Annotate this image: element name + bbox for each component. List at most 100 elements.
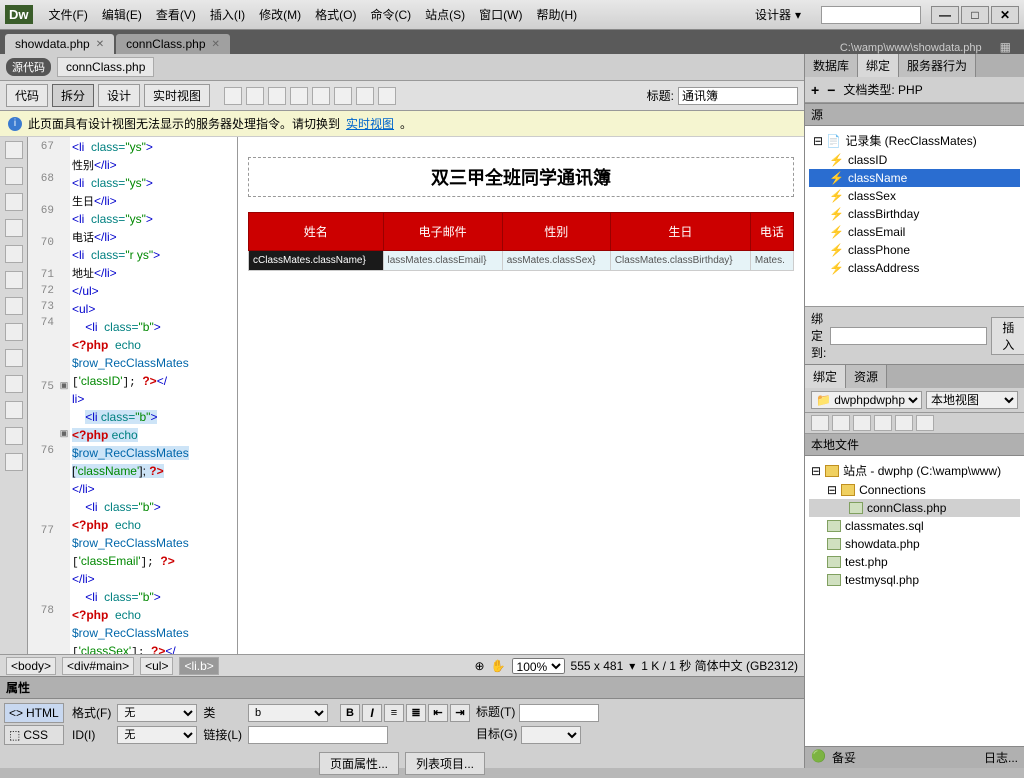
col-name[interactable]: 姓名 <box>249 213 384 251</box>
refresh-icon[interactable] <box>832 415 850 431</box>
panel-toggle-icon[interactable]: ▦ <box>992 40 1019 54</box>
col-phone[interactable]: 电话 <box>750 213 793 251</box>
col-email[interactable]: 电子邮件 <box>383 213 502 251</box>
tool-icon[interactable] <box>5 271 23 289</box>
menu-modify[interactable]: 修改(M) <box>253 2 307 27</box>
tool-icon[interactable] <box>246 87 264 105</box>
tool-icon[interactable] <box>378 87 396 105</box>
code-content[interactable]: <li class="ys"> 性别</li> <li class="ys"> … <box>70 137 237 654</box>
tool-icon[interactable] <box>5 427 23 445</box>
recordset-node[interactable]: ⊟ 📄 记录集 (RecClassMates) <box>809 130 1020 151</box>
field-classsex[interactable]: ⚡ classSex <box>809 187 1020 205</box>
ol-button[interactable]: ≣ <box>406 704 426 722</box>
tool-icon[interactable] <box>5 375 23 393</box>
source-code-tab[interactable]: 源代码 <box>6 58 51 76</box>
doc-tab-connclass[interactable]: connClass.php✕ <box>116 34 230 54</box>
add-binding-button[interactable]: + <box>811 82 819 98</box>
maximize-button[interactable]: □ <box>961 6 989 24</box>
tool-icon[interactable] <box>268 87 286 105</box>
live-view-link[interactable]: 实时视图 <box>346 115 394 132</box>
folder-connections[interactable]: ⊟ Connections <box>809 481 1020 499</box>
col-sex[interactable]: 性别 <box>502 213 610 251</box>
fold-gutter[interactable]: ▣▣ <box>58 137 70 654</box>
tool-icon[interactable] <box>356 87 374 105</box>
menu-command[interactable]: 命令(C) <box>364 2 417 27</box>
view-select[interactable]: 本地视图 <box>926 391 1018 409</box>
menu-file[interactable]: 文件(F) <box>43 2 94 27</box>
tool-icon[interactable] <box>5 219 23 237</box>
crumb-ul[interactable]: <ul> <box>140 657 173 675</box>
close-icon[interactable]: ✕ <box>212 39 220 50</box>
ul-button[interactable]: ≡ <box>384 704 404 722</box>
cell-birthday[interactable]: ClassMates.classBirthday} <box>610 251 750 271</box>
minimize-button[interactable]: — <box>931 6 959 24</box>
close-icon[interactable]: ✕ <box>96 39 104 50</box>
tool-icon[interactable] <box>5 349 23 367</box>
close-button[interactable]: ✕ <box>991 6 1019 24</box>
html-mode[interactable]: <> HTML <box>4 703 64 723</box>
menu-window[interactable]: 窗口(W) <box>473 2 528 27</box>
col-birthday[interactable]: 生日 <box>610 213 750 251</box>
file-connclass[interactable]: connClass.php <box>809 499 1020 517</box>
tool-icon[interactable] <box>5 453 23 471</box>
target-select[interactable] <box>521 726 581 744</box>
tool-icon[interactable] <box>224 87 242 105</box>
live-view-button[interactable]: 实时视图 <box>144 84 210 107</box>
file-showdata[interactable]: showdata.php <box>809 535 1020 553</box>
tool-icon[interactable] <box>5 245 23 263</box>
bind-to-input[interactable] <box>830 327 987 345</box>
menu-format[interactable]: 格式(O) <box>309 2 362 27</box>
field-classemail[interactable]: ⚡ classEmail <box>809 223 1020 241</box>
design-pane[interactable]: 双三甲全班同学通讯簿 姓名 电子邮件 性别 生日 电话 cClassMates.… <box>238 137 804 654</box>
cell-classname[interactable]: cClassMates.className} <box>249 251 384 271</box>
bindings-tree[interactable]: ⊟ 📄 记录集 (RecClassMates) ⚡ classID ⚡ clas… <box>805 126 1024 306</box>
menu-help[interactable]: 帮助(H) <box>530 2 583 27</box>
menu-edit[interactable]: 编辑(E) <box>96 2 148 27</box>
tool-icon[interactable] <box>5 401 23 419</box>
file-tree[interactable]: ⊟ 站点 - dwphp (C:\wamp\www) ⊟ Connections… <box>805 456 1024 746</box>
window-size[interactable]: 555 x 481 <box>571 659 624 673</box>
log-link[interactable]: 日志... <box>984 749 1018 766</box>
page-heading[interactable]: 双三甲全班同学通讯簿 <box>248 157 794 197</box>
list-item-button[interactable]: 列表项目... <box>405 752 485 775</box>
doc-tab-showdata[interactable]: showdata.php✕ <box>5 34 114 54</box>
title-input[interactable] <box>678 87 798 105</box>
tool-icon[interactable] <box>334 87 352 105</box>
field-classname[interactable]: ⚡ className <box>809 169 1020 187</box>
page-properties-button[interactable]: 页面属性... <box>319 752 399 775</box>
connect-icon[interactable] <box>811 415 829 431</box>
code-view-button[interactable]: 代码 <box>6 84 48 107</box>
tool-icon[interactable] <box>5 167 23 185</box>
crumb-body[interactable]: <body> <box>6 657 56 675</box>
tool-icon[interactable] <box>5 297 23 315</box>
crumb-li[interactable]: <li.b> <box>179 657 218 675</box>
search-field[interactable] <box>821 6 921 24</box>
field-classphone[interactable]: ⚡ classPhone <box>809 241 1020 259</box>
insert-button[interactable]: 插入 <box>991 317 1024 355</box>
field-classaddress[interactable]: ⚡ classAddress <box>809 259 1020 277</box>
files-bind-tab[interactable]: 绑定 <box>805 365 846 388</box>
assets-tab[interactable]: 资源 <box>846 365 887 388</box>
zoom-select[interactable]: 100% <box>512 658 565 674</box>
title-prop-input[interactable] <box>519 704 599 722</box>
code-pane[interactable]: 676869707172737475767778 ▣▣ <li class="y… <box>28 137 238 654</box>
css-mode[interactable]: ⬚ CSS <box>4 725 64 745</box>
hand-tool-icon[interactable]: ✋ <box>491 659 506 673</box>
menu-site[interactable]: 站点(S) <box>419 2 471 27</box>
bindings-tab[interactable]: 绑定 <box>858 54 899 77</box>
put-icon[interactable] <box>874 415 892 431</box>
zoom-tool-icon[interactable]: ⊕ <box>475 659 485 673</box>
workspace-switcher[interactable]: 设计器 ▾ <box>755 6 801 23</box>
id-select[interactable]: 无 <box>117 726 197 744</box>
italic-button[interactable]: I <box>362 704 382 722</box>
cell-sex[interactable]: assMates.classSex} <box>502 251 610 271</box>
split-view-button[interactable]: 拆分 <box>52 84 94 107</box>
site-root[interactable]: ⊟ 站点 - dwphp (C:\wamp\www) <box>809 460 1020 481</box>
indent-button[interactable]: ⇥ <box>450 704 470 722</box>
menu-insert[interactable]: 插入(I) <box>204 2 251 27</box>
menu-view[interactable]: 查看(V) <box>150 2 202 27</box>
crumb-div[interactable]: <div#main> <box>62 657 134 675</box>
bold-button[interactable]: B <box>340 704 360 722</box>
cell-phone[interactable]: Mates. <box>750 251 793 271</box>
server-behaviors-tab[interactable]: 服务器行为 <box>899 54 976 77</box>
